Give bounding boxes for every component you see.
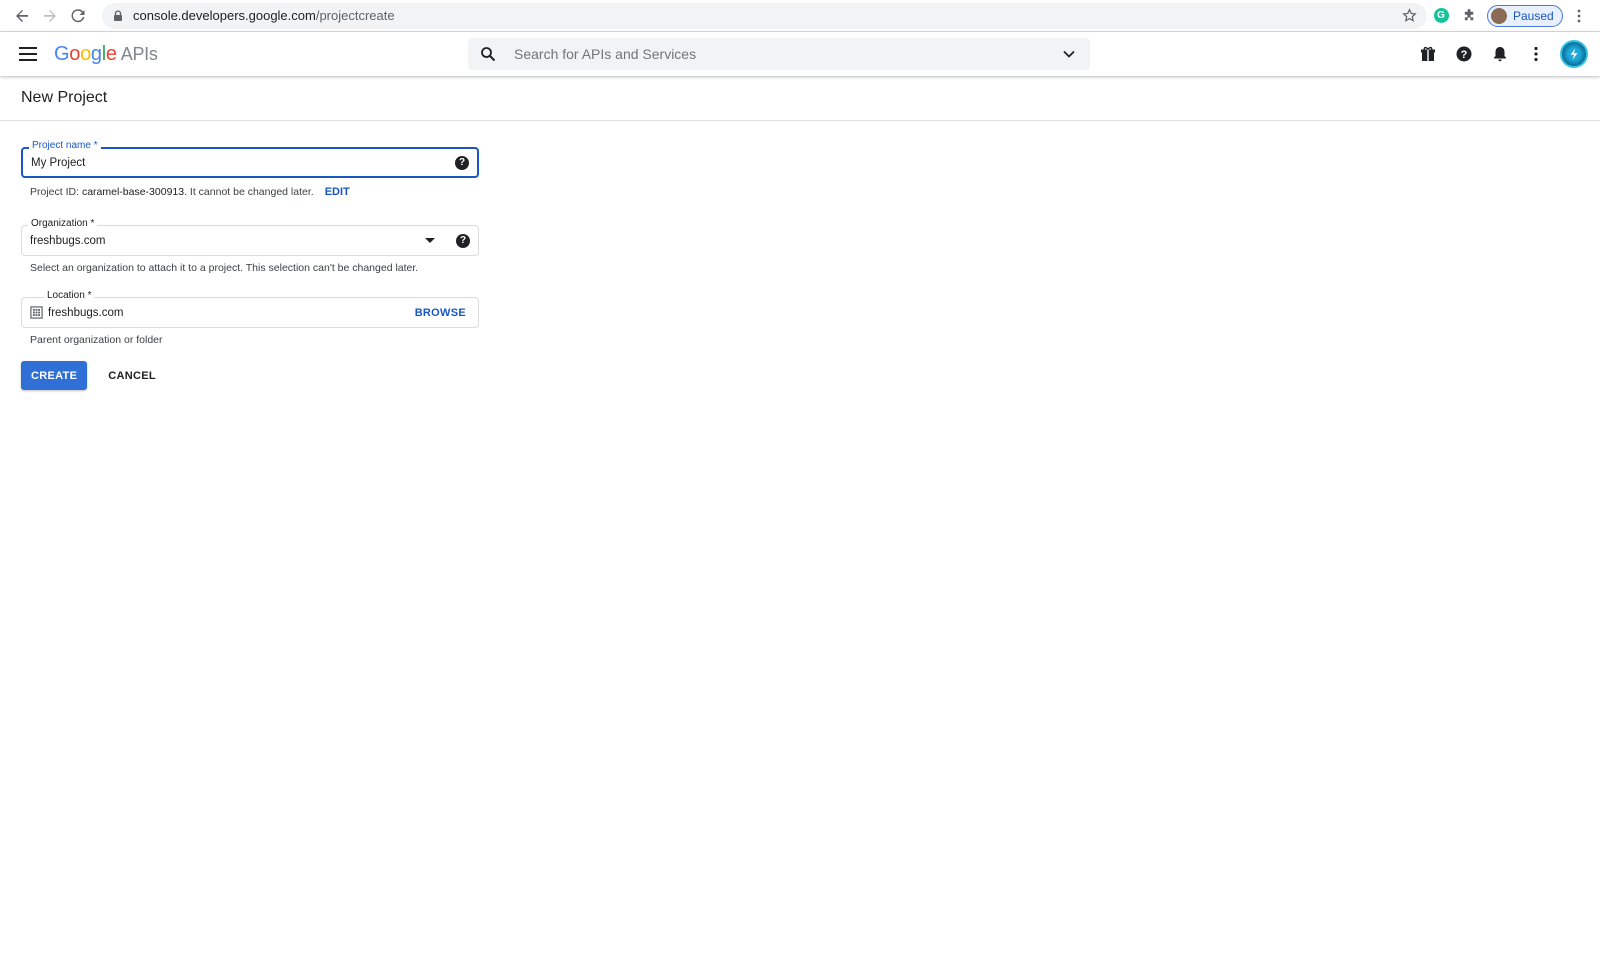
logo-suffix: APIs — [120, 43, 158, 64]
account-avatar[interactable] — [1560, 40, 1588, 68]
project-name-help-icon[interactable]: ? — [455, 155, 469, 170]
search-bar[interactable] — [468, 38, 1090, 70]
profile-status-label: Paused — [1513, 8, 1554, 23]
profile-avatar — [1491, 7, 1507, 24]
page-header: New Project — [0, 76, 1600, 121]
project-name-field[interactable]: Project name * ? — [21, 140, 479, 178]
help-icon[interactable]: ? — [1446, 36, 1482, 72]
browse-location-button[interactable]: BROWSE — [415, 307, 466, 319]
address-bar[interactable]: console.developers.google.com/projectcre… — [102, 2, 1427, 29]
back-icon[interactable] — [8, 2, 36, 30]
search-icon — [481, 47, 496, 62]
location-field[interactable]: Location * freshbugs.com BROWSE — [21, 290, 479, 328]
svg-text:?: ? — [1461, 49, 1468, 61]
project-id-suffix: . It cannot be changed later. — [184, 186, 314, 198]
organization-label: Organization * — [28, 218, 98, 230]
search-input[interactable] — [514, 46, 1060, 62]
reload-icon[interactable] — [64, 2, 92, 30]
lock-icon — [114, 9, 122, 21]
profile-button[interactable]: Paused — [1487, 4, 1563, 27]
grammarly-extension-icon[interactable]: G — [1427, 2, 1455, 30]
page-title: New Project — [21, 89, 108, 106]
new-project-form: Project name * ? Project ID: caramel-bas… — [0, 121, 500, 390]
chevron-down-icon[interactable] — [1060, 45, 1078, 63]
project-name-label: Project name * — [29, 140, 101, 152]
create-button[interactable]: CREATE — [21, 361, 88, 390]
notifications-bell-icon[interactable] — [1482, 36, 1518, 72]
bookmark-star-icon[interactable] — [1402, 8, 1417, 23]
project-id-value: caramel-base-300913 — [81, 186, 185, 198]
browser-toolbar: console.developers.google.com/projectcre… — [0, 0, 1600, 32]
edit-project-id-link[interactable]: EDIT — [325, 186, 350, 198]
project-id-hint: Project ID: caramel-base-300913. It cann… — [30, 186, 500, 198]
more-vert-icon[interactable] — [1518, 36, 1554, 72]
browser-menu-icon[interactable] — [1571, 6, 1587, 26]
location-label: Location * — [44, 290, 95, 302]
location-hint: Parent organization or folder — [30, 334, 163, 346]
gift-icon[interactable] — [1410, 36, 1446, 72]
organization-hint: Select an organization to attach it to a… — [30, 262, 419, 274]
cancel-button[interactable]: CANCEL — [99, 361, 165, 390]
building-icon — [30, 306, 43, 319]
url-path: /projectcreate — [315, 8, 395, 23]
google-apis-logo[interactable]: Google APIs — [54, 43, 158, 66]
form-actions: CREATE CANCEL — [21, 361, 500, 390]
project-name-input[interactable] — [31, 156, 447, 169]
app-header: Google APIs ? — [0, 32, 1600, 76]
url-host: console.developers.google.com — [133, 8, 316, 23]
forward-icon[interactable] — [36, 2, 64, 30]
hamburger-menu-icon[interactable] — [18, 44, 38, 64]
organization-select[interactable]: Organization * freshbugs.com ? — [21, 218, 479, 256]
organization-value: freshbugs.com — [30, 234, 106, 247]
location-value: freshbugs.com — [48, 306, 124, 319]
project-id-prefix: Project ID: — [30, 186, 80, 198]
dropdown-arrow-icon[interactable] — [425, 238, 435, 243]
organization-help-icon[interactable]: ? — [456, 233, 470, 248]
extensions-puzzle-icon[interactable] — [1455, 2, 1483, 30]
